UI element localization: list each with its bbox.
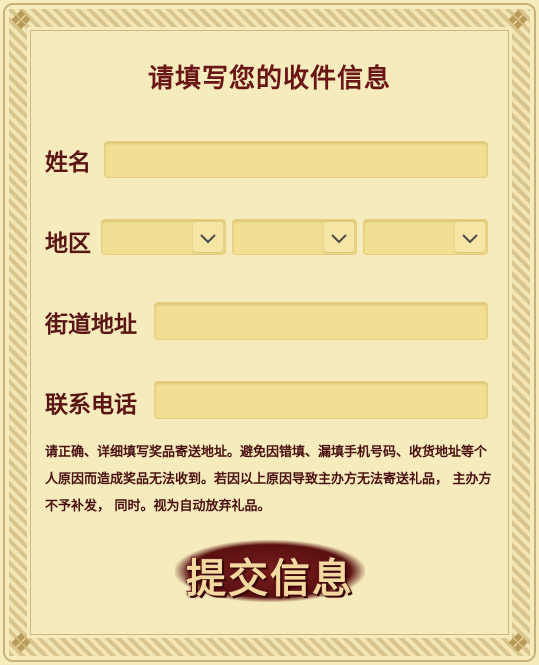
phone-label: 联系电话 bbox=[45, 391, 137, 418]
chevron-down-icon[interactable] bbox=[324, 222, 354, 252]
form-title: 请填写您的收件信息 bbox=[147, 64, 391, 94]
notice-text: 请正确、详细填写奖品寄送地址。避免因错填、漏填手机号码、收货地址等个人原因而造成… bbox=[45, 445, 492, 514]
address-form-card: ❖ ❖ ❖ ❖ 请填写您的收件信息 姓名 地区 街道地址 联系电话 请正确、详细… bbox=[0, 0, 539, 665]
chevron-down-icon[interactable] bbox=[193, 222, 223, 252]
name-field[interactable] bbox=[104, 141, 488, 178]
ornament-icon: ❖ bbox=[9, 629, 33, 659]
ornament-icon: ❖ bbox=[506, 6, 530, 36]
region-label: 地区 bbox=[45, 230, 91, 257]
province-select[interactable] bbox=[101, 219, 226, 255]
district-select[interactable] bbox=[363, 219, 488, 255]
submit-label: 提交信息 bbox=[186, 555, 354, 602]
phone-input[interactable] bbox=[155, 382, 487, 418]
ornament-icon: ❖ bbox=[9, 6, 33, 36]
street-field[interactable] bbox=[154, 302, 488, 340]
name-input[interactable] bbox=[105, 142, 487, 177]
city-select[interactable] bbox=[232, 219, 357, 255]
name-label: 姓名 bbox=[45, 149, 91, 176]
street-label: 街道地址 bbox=[45, 311, 137, 338]
phone-field[interactable] bbox=[154, 381, 488, 419]
street-input[interactable] bbox=[155, 303, 487, 339]
ornament-icon: ❖ bbox=[506, 629, 530, 659]
chevron-down-icon[interactable] bbox=[455, 222, 485, 252]
submit-button[interactable]: 提交信息 bbox=[175, 540, 365, 602]
